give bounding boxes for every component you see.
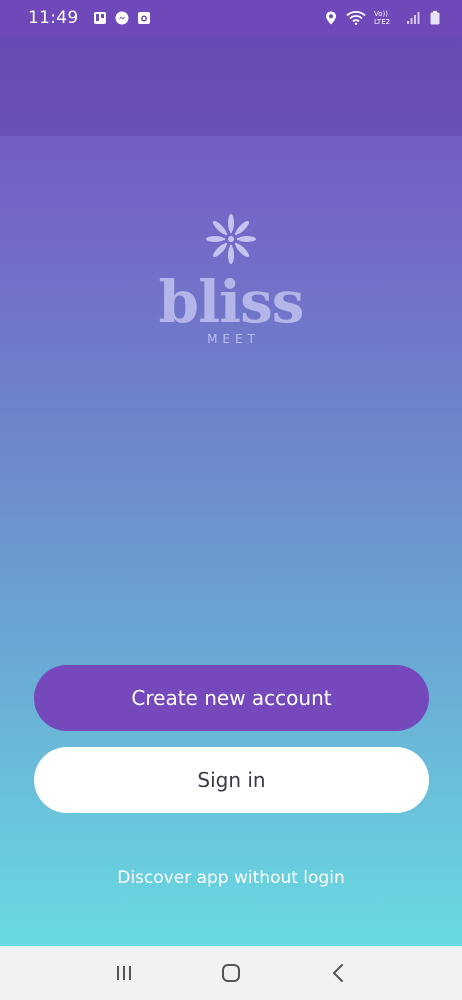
back-icon[interactable] <box>318 953 358 993</box>
location-icon <box>324 11 338 25</box>
discover-without-login-link[interactable]: Discover app without login <box>0 868 462 888</box>
board-icon <box>93 11 107 25</box>
battery-icon <box>428 11 442 25</box>
volte-icon: Vo)) LTE2 <box>374 10 391 26</box>
system-nav-bar <box>0 946 462 1000</box>
create-account-button[interactable]: Create new account <box>34 665 429 731</box>
logo-wordmark: bliss <box>158 268 305 336</box>
header-band <box>0 36 462 136</box>
messenger-icon <box>115 11 129 25</box>
status-system-icons: Vo)) LTE2 <box>324 10 442 26</box>
status-notification-icons <box>93 11 151 25</box>
app-logo: bliss MEET <box>0 210 462 346</box>
wifi-icon <box>346 11 366 25</box>
recents-icon[interactable] <box>104 953 144 993</box>
flower-icon <box>206 214 256 264</box>
status-bar: 11:49 Vo)) LTE2 <box>0 0 462 36</box>
camera-icon <box>137 11 151 25</box>
logo-subtitle: MEET <box>207 332 260 346</box>
signal-icon <box>406 11 420 25</box>
status-time: 11:49 <box>28 8 79 28</box>
home-icon[interactable] <box>211 953 251 993</box>
sign-in-button[interactable]: Sign in <box>34 747 429 813</box>
